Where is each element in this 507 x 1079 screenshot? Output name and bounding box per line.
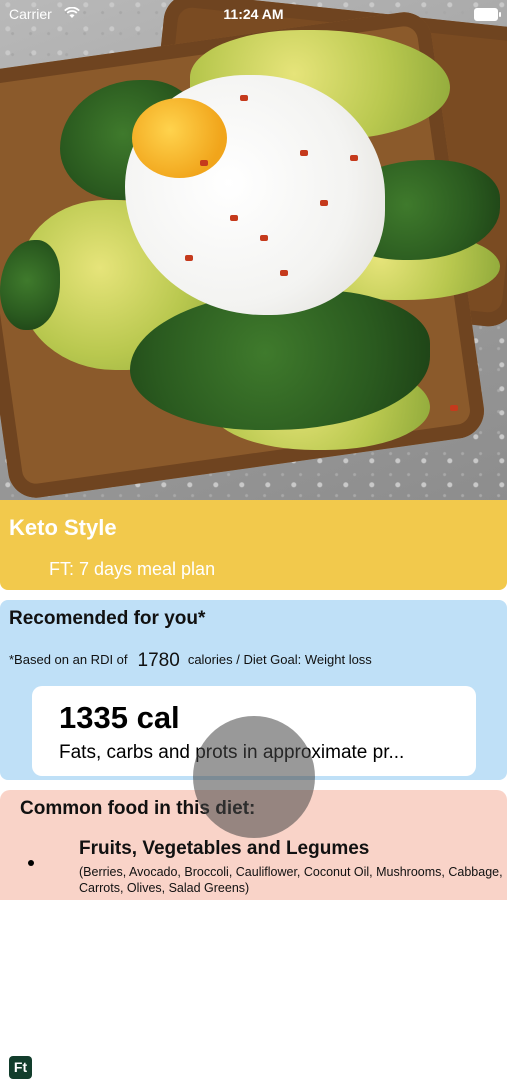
chili-flake bbox=[350, 155, 358, 161]
food-group-details: (Berries, Avocado, Broccoli, Cauliflower… bbox=[79, 865, 503, 895]
rdi-info: *Based on an RDI of 1780 calories / Diet G… bbox=[9, 650, 372, 672]
calorie-value: 1335 cal bbox=[59, 700, 180, 735]
rdi-prefix: *Based on an RDI of bbox=[9, 652, 128, 667]
chili-flake bbox=[240, 95, 248, 101]
chili-flake bbox=[230, 215, 238, 221]
chili-flake bbox=[200, 160, 208, 166]
recommended-title: Recomended for you* bbox=[9, 608, 206, 629]
bullet-icon bbox=[28, 860, 34, 866]
chili-flake bbox=[450, 405, 458, 411]
egg-yolk bbox=[132, 98, 227, 178]
chili-flake bbox=[300, 150, 308, 156]
chili-flake bbox=[320, 200, 328, 206]
diet-header-card[interactable]: Keto Style Ft FT: 7 days meal plan bbox=[0, 500, 507, 1079]
food-group-name[interactable]: Fruits, Vegetables and Legumes bbox=[79, 838, 369, 860]
battery-icon bbox=[474, 8, 501, 21]
meal-plan-link[interactable]: FT: 7 days meal plan bbox=[49, 559, 215, 580]
hero-image bbox=[0, 0, 507, 500]
touch-indicator bbox=[193, 716, 315, 838]
status-bar: Carrier 11:24 AM bbox=[0, 0, 507, 28]
chili-flake bbox=[185, 255, 193, 261]
chili-flake bbox=[280, 270, 288, 276]
diet-title: Keto Style bbox=[9, 515, 117, 540]
status-time: 11:24 AM bbox=[223, 6, 284, 22]
chili-flake bbox=[260, 235, 268, 241]
app-logo-icon: Ft bbox=[9, 1056, 32, 1079]
rdi-suffix: calories / Diet Goal: Weight loss bbox=[187, 652, 372, 667]
rdi-value: 1780 bbox=[137, 650, 180, 671]
